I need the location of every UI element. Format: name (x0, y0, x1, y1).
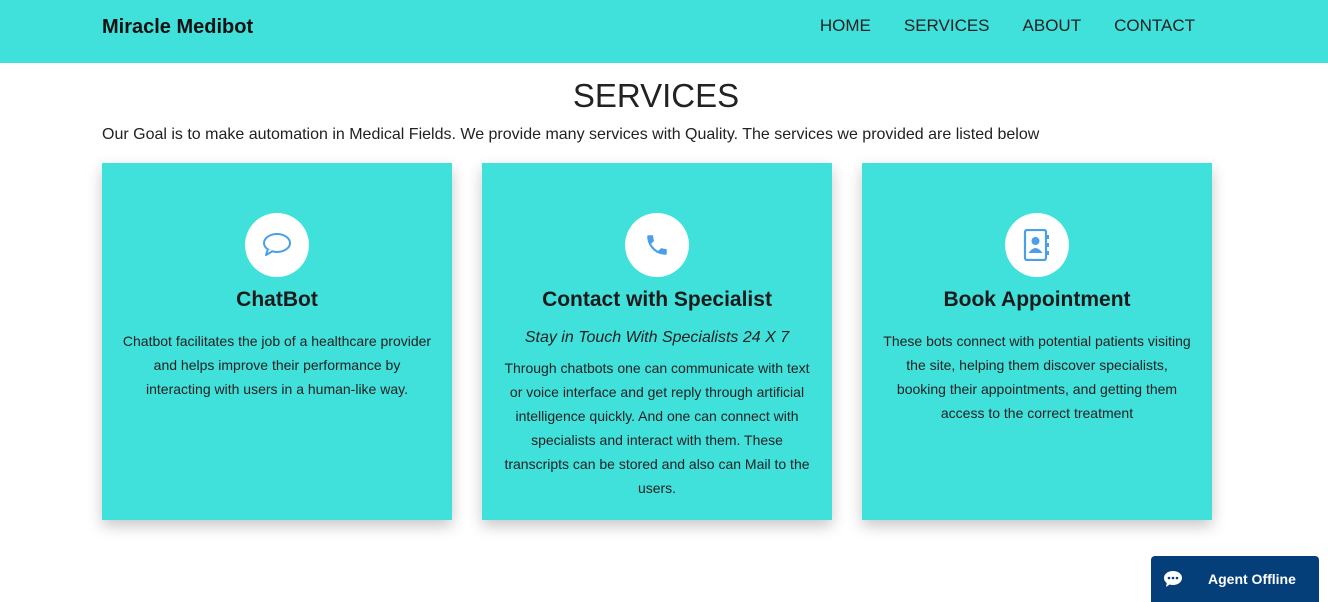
contact-book-icon (1005, 213, 1069, 277)
service-card-specialist: Contact with Specialist Stay in Touch Wi… (482, 163, 832, 520)
nav-links: HOME SERVICES ABOUT CONTACT (787, 16, 1195, 36)
chat-widget-label: Agent Offline (1208, 571, 1296, 587)
page-title: SERVICES (572, 77, 740, 114)
chat-icon (1163, 569, 1183, 589)
card-title: Contact with Specialist (542, 288, 772, 311)
services-intro: Our Goal is to make automation in Medica… (102, 126, 1040, 143)
phone-icon (625, 213, 689, 277)
agent-chat-widget[interactable]: Agent Offline (1151, 556, 1319, 602)
navbar: Miracle Medibot HOME SERVICES ABOUT CONT… (0, 0, 1328, 63)
service-card-chatbot: ChatBot Chatbot facilitates the job of a… (102, 163, 452, 520)
chat-bubble-icon (245, 213, 309, 277)
card-description: Through chatbots one can communicate wit… (504, 360, 810, 496)
card-subtitle: Stay in Touch With Specialists 24 X 7 (524, 329, 790, 346)
nav-home-link[interactable]: HOME (820, 16, 871, 36)
card-title: Book Appointment (943, 288, 1131, 311)
nav-about-link[interactable]: ABOUT (1023, 16, 1082, 36)
card-description: These bots connect with potential patien… (883, 333, 1191, 421)
nav-services-link[interactable]: SERVICES (904, 16, 990, 36)
brand-logo[interactable]: Miracle Medibot (102, 15, 253, 39)
service-card-appointment: Book Appointment These bots connect with… (862, 163, 1212, 520)
nav-contact-link[interactable]: CONTACT (1114, 16, 1195, 36)
card-title: ChatBot (236, 288, 318, 311)
card-description: Chatbot facilitates the job of a healthc… (122, 333, 432, 397)
